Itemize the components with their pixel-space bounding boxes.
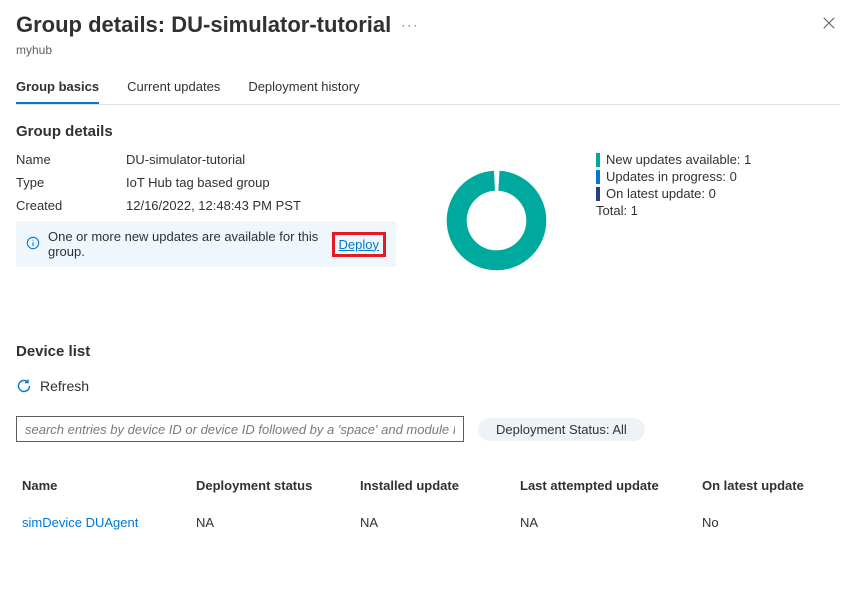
col-last-attempted[interactable]: Last attempted update — [514, 470, 696, 501]
legend-new: New updates available: 1 — [606, 152, 751, 167]
tab-group-basics[interactable]: Group basics — [16, 73, 99, 104]
cell-on-latest: No — [696, 501, 840, 544]
created-label: Created — [16, 198, 126, 213]
col-installed-update[interactable]: Installed update — [354, 470, 514, 501]
cell-last-attempted: NA — [514, 501, 696, 544]
info-banner: One or more new updates are available fo… — [16, 221, 396, 267]
legend-swatch-progress — [596, 170, 600, 184]
refresh-label: Refresh — [40, 378, 89, 394]
more-icon[interactable]: ··· — [401, 18, 419, 32]
info-banner-text: One or more new updates are available fo… — [48, 229, 326, 259]
donut-chart — [416, 152, 576, 273]
col-on-latest[interactable]: On latest update — [696, 470, 840, 501]
deployment-status-filter[interactable]: Deployment Status: All — [478, 418, 645, 441]
type-label: Type — [16, 175, 126, 190]
created-value: 12/16/2022, 12:48:43 PM PST — [126, 198, 301, 213]
legend-swatch-latest — [596, 187, 600, 201]
tabs: Group basics Current updates Deployment … — [16, 73, 840, 105]
col-name[interactable]: Name — [16, 470, 190, 501]
legend-total: Total: 1 — [596, 203, 840, 218]
deploy-button[interactable]: Deploy — [332, 232, 386, 257]
legend-progress: Updates in progress: 0 — [606, 169, 737, 184]
deployment-status-filter-label: Deployment Status: All — [496, 422, 627, 437]
refresh-button[interactable]: Refresh — [16, 372, 89, 400]
group-details-title: Group details — [16, 123, 840, 140]
page-title: Group details: DU-simulator-tutorial — [16, 12, 391, 38]
table-header-row: Name Deployment status Installed update … — [16, 470, 840, 501]
cell-deployment-status: NA — [190, 501, 354, 544]
name-label: Name — [16, 152, 126, 167]
device-link[interactable]: simDevice DUAgent — [22, 515, 138, 530]
legend-swatch-new — [596, 153, 600, 167]
tab-deployment-history[interactable]: Deployment history — [248, 73, 359, 104]
info-icon — [26, 236, 40, 253]
table-row: simDevice DUAgent NA NA NA No — [16, 501, 840, 544]
search-input[interactable] — [16, 416, 464, 442]
cell-installed-update: NA — [354, 501, 514, 544]
close-icon[interactable] — [818, 12, 840, 39]
device-list-title: Device list — [16, 343, 840, 360]
legend-latest: On latest update: 0 — [606, 186, 716, 201]
col-deployment-status[interactable]: Deployment status — [190, 470, 354, 501]
name-value: DU-simulator-tutorial — [126, 152, 245, 167]
type-value: IoT Hub tag based group — [126, 175, 270, 190]
breadcrumb: myhub — [16, 43, 840, 57]
tab-current-updates[interactable]: Current updates — [127, 73, 220, 104]
